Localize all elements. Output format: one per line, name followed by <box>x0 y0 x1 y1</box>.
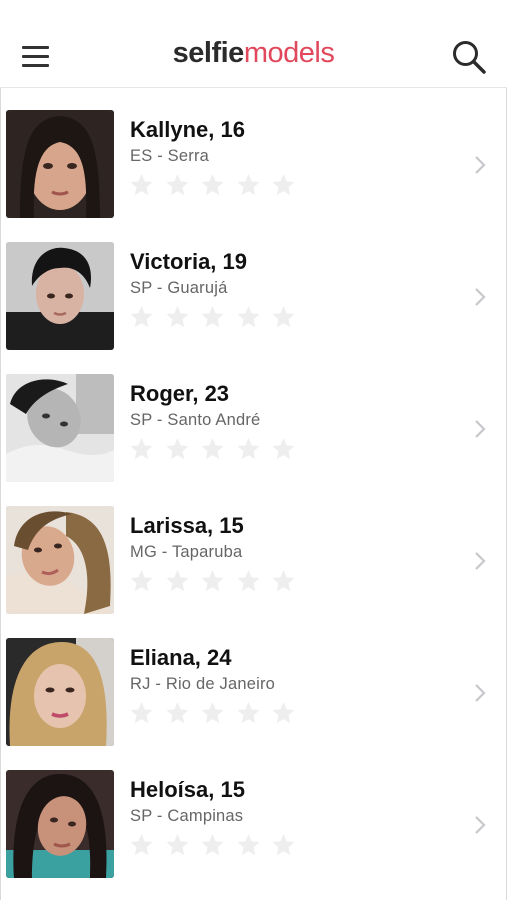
model-name: Kallyne, 16 <box>130 117 245 142</box>
star-icon[interactable] <box>236 833 261 857</box>
star-icon[interactable] <box>271 569 296 593</box>
star-icon[interactable] <box>165 701 190 725</box>
star-icon[interactable] <box>165 305 190 329</box>
logo-models: models <box>243 37 335 69</box>
chevron-right-icon <box>475 816 486 834</box>
model-name: Eliana, 24 <box>130 645 232 670</box>
star-icon[interactable] <box>200 173 225 197</box>
model-location: SP - Campinas <box>130 807 244 825</box>
star-rating[interactable] <box>129 569 307 595</box>
model-location: RJ - Rio de Janeiro <box>130 675 276 693</box>
model-name: Roger, 23 <box>130 381 230 406</box>
model-list-item[interactable]: Roger, 23 SP - Santo André <box>0 352 507 484</box>
model-list: Kallyne, 16 ES - Serra Victoria, 19 SP -… <box>0 88 507 880</box>
search-icon[interactable] <box>451 39 487 75</box>
star-icon[interactable] <box>129 833 154 857</box>
star-icon[interactable] <box>236 437 261 461</box>
model-location: SP - Guarujá <box>130 279 228 297</box>
star-icon[interactable] <box>271 437 296 461</box>
star-icon[interactable] <box>165 833 190 857</box>
star-icon[interactable] <box>200 833 225 857</box>
star-icon[interactable] <box>200 305 225 329</box>
star-icon[interactable] <box>200 701 225 725</box>
star-icon[interactable] <box>129 701 154 725</box>
star-rating[interactable] <box>129 173 307 199</box>
model-location: MG - Taparuba <box>130 543 243 561</box>
model-location: SP - Santo André <box>130 411 261 429</box>
star-icon[interactable] <box>129 173 154 197</box>
star-rating[interactable] <box>129 305 307 331</box>
logo-selfie: selfie <box>172 37 245 69</box>
model-list-item[interactable]: Larissa, 15 MG - Taparuba <box>0 484 507 616</box>
star-icon[interactable] <box>236 569 261 593</box>
star-icon[interactable] <box>129 437 154 461</box>
star-icon[interactable] <box>236 305 261 329</box>
profile-photo <box>6 770 114 878</box>
profile-photo <box>6 374 114 482</box>
star-icon[interactable] <box>200 569 225 593</box>
model-list-item[interactable]: Heloísa, 15 SP - Campinas <box>0 748 507 880</box>
model-location: ES - Serra <box>130 147 210 165</box>
profile-photo <box>6 506 114 614</box>
star-icon[interactable] <box>165 569 190 593</box>
profile-photo <box>6 242 114 350</box>
profile-photo <box>6 110 114 218</box>
star-rating[interactable] <box>129 437 307 463</box>
model-list-item[interactable]: Victoria, 19 SP - Guarujá <box>0 220 507 352</box>
chevron-right-icon <box>475 684 486 702</box>
chevron-right-icon <box>475 552 486 570</box>
star-icon[interactable] <box>236 173 261 197</box>
model-name: Heloísa, 15 <box>130 777 245 802</box>
star-icon[interactable] <box>271 701 296 725</box>
star-icon[interactable] <box>271 833 296 857</box>
model-list-item[interactable]: Kallyne, 16 ES - Serra <box>0 88 507 220</box>
star-icon[interactable] <box>165 437 190 461</box>
star-icon[interactable] <box>200 437 225 461</box>
star-icon[interactable] <box>236 701 261 725</box>
app-logo: selfiemodels <box>0 36 507 70</box>
star-icon[interactable] <box>271 173 296 197</box>
model-list-item[interactable]: Eliana, 24 RJ - Rio de Janeiro <box>0 616 507 748</box>
star-icon[interactable] <box>129 305 154 329</box>
star-icon[interactable] <box>129 569 154 593</box>
star-rating[interactable] <box>129 833 307 859</box>
model-name: Victoria, 19 <box>130 249 247 274</box>
profile-photo <box>6 638 114 746</box>
model-name: Larissa, 15 <box>130 513 244 538</box>
chevron-right-icon <box>475 420 486 438</box>
chevron-right-icon <box>475 156 486 174</box>
star-rating[interactable] <box>129 701 307 727</box>
star-icon[interactable] <box>165 173 190 197</box>
chevron-right-icon <box>475 288 486 306</box>
star-icon[interactable] <box>271 305 296 329</box>
top-bar: selfiemodels <box>0 0 507 88</box>
